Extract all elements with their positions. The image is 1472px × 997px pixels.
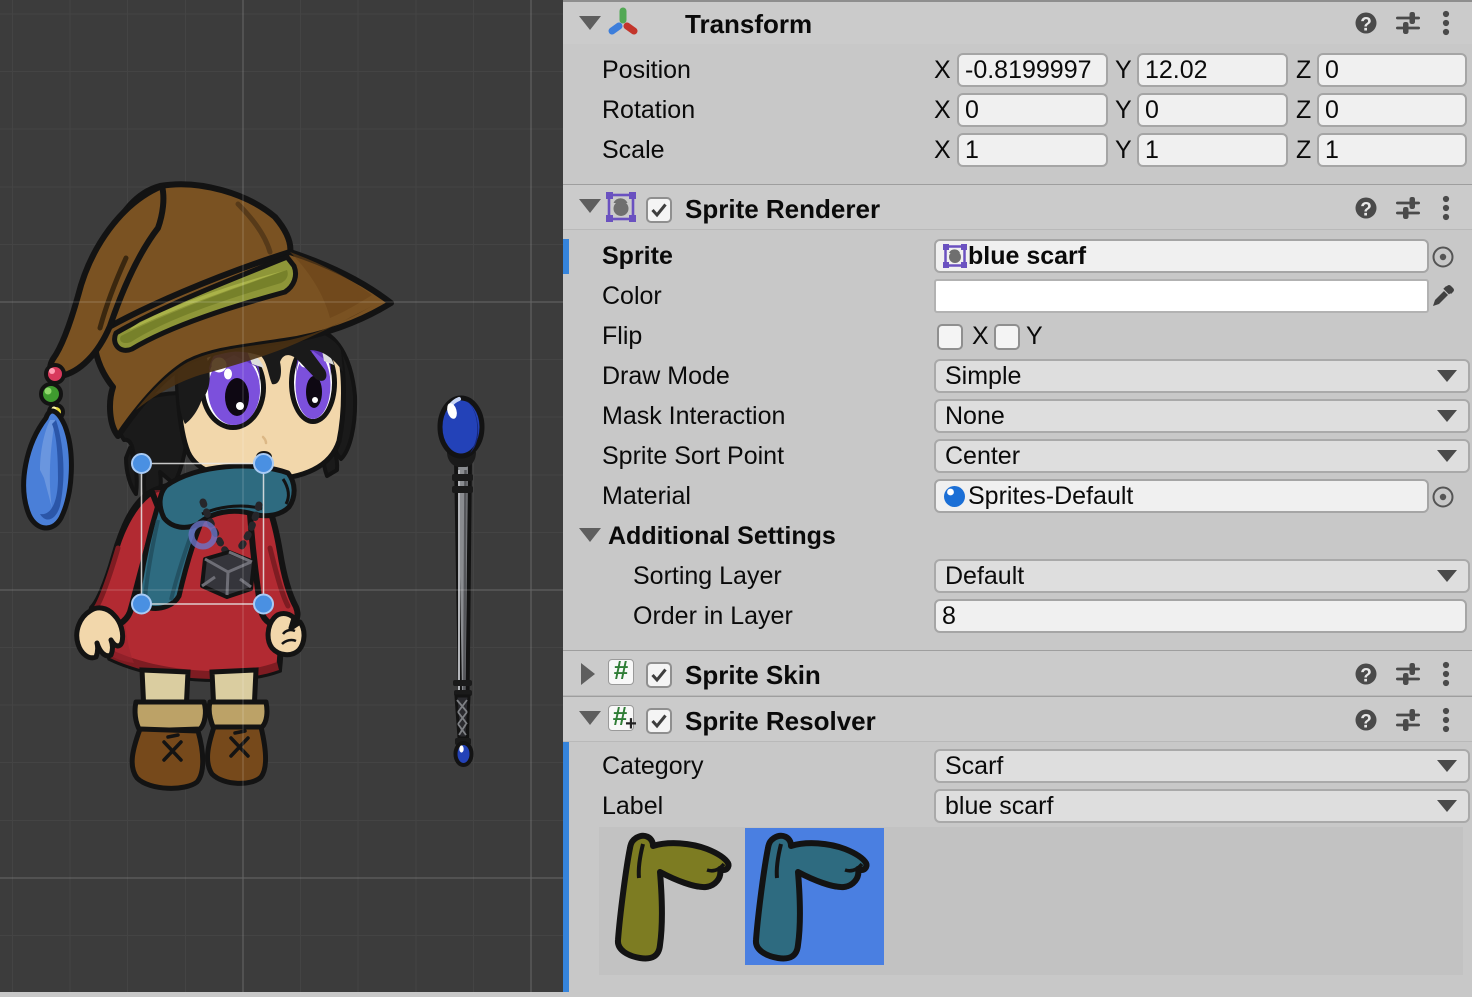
svg-text:?: ? [1360,712,1372,733]
svg-text:?: ? [1360,200,1372,221]
svg-text:?: ? [1360,666,1372,687]
svg-text:?: ? [1360,15,1372,36]
